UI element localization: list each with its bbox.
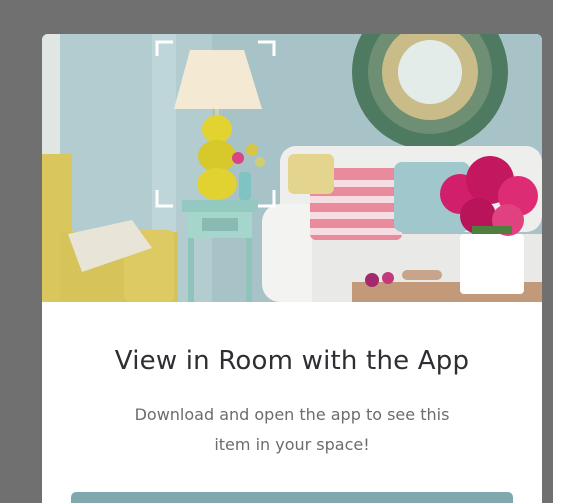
modal-title: View in Room with the App [114, 346, 470, 376]
modal-right-edge [553, 0, 567, 503]
modal-backdrop[interactable]: View in Room with the App Download and o… [0, 0, 567, 503]
modal-subtitle: Download and open the app to see this it… [134, 405, 450, 454]
room-preview-image [42, 34, 542, 302]
download-app-button[interactable] [71, 492, 513, 503]
view-in-room-modal: View in Room with the App Download and o… [42, 34, 542, 503]
